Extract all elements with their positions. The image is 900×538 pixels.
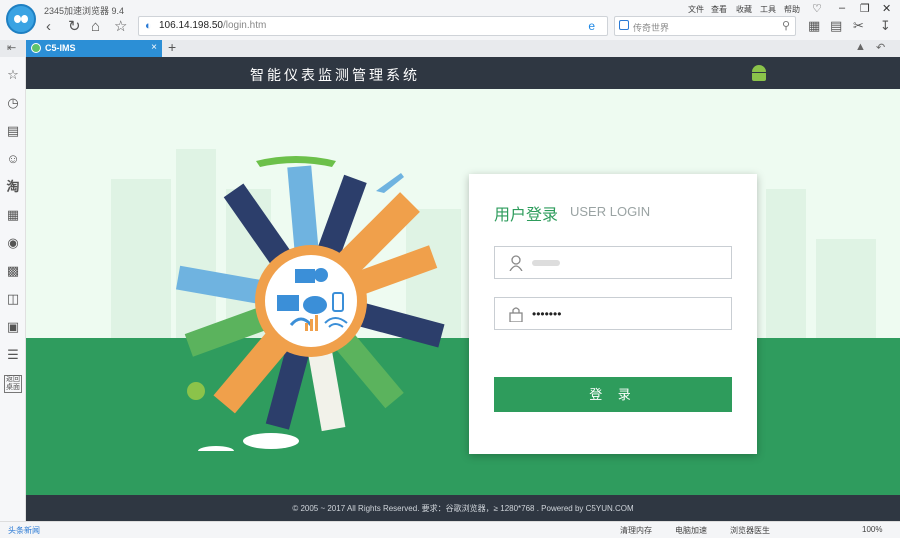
home-icon[interactable]: ⌂ [91,18,100,36]
browser-doctor-button[interactable]: 浏览器医生 [730,525,770,536]
tab-label: C5-IMS [45,43,76,53]
tv-icon[interactable]: ◫ [5,291,21,307]
screenshot-scissors-icon[interactable]: ✂ [853,18,864,34]
new-tab-button[interactable]: + [168,39,176,55]
sidebar-toggle-icon[interactable]: ⇤ [7,41,16,54]
news-link[interactable]: 头条新闻 [8,525,40,536]
skin-icon[interactable]: ♡ [812,2,822,15]
login-stage: 用户登录 USER LOGIN ••••••• 登 录 [26,89,900,496]
smart-city-illustration [176,156,445,451]
tab-favicon-icon [31,43,41,53]
zoom-level[interactable]: 100% [862,525,882,534]
history-icon[interactable]: ◷ [5,95,21,111]
minimize-icon[interactable]: – [839,2,845,14]
search-icon[interactable]: ⚲ [782,19,790,32]
android-icon[interactable] [752,65,766,81]
ie-engine-icon[interactable]: e [588,19,595,33]
menu-favorites[interactable]: 收藏 [736,4,752,15]
wechat-icon[interactable]: ☺ [5,151,21,167]
video-icon[interactable]: ▩ [5,263,21,279]
system-header: 智能仪表监测管理系统 [26,57,900,89]
news-icon[interactable]: ▤ [5,123,21,139]
login-button[interactable]: 登 录 [494,377,732,412]
star-icon[interactable]: ☆ [5,67,21,83]
menu-file[interactable]: 文件 [688,4,704,15]
back-icon[interactable]: ‹ [46,18,51,36]
search-box[interactable]: 传奇世界 ⚲ [614,16,796,36]
menu-view[interactable]: 查看 [711,4,727,15]
save-icon[interactable]: ▣ [5,319,21,335]
taobao-icon[interactable]: 淘 [5,179,21,195]
app-title: 2345加速浏览器 9.4 [44,6,125,16]
restore-icon[interactable]: ❐ [860,2,870,15]
title-bar: 2345加速浏览器 9.4 ‹ ↻ ⌂ ☆ ◐ 106.14.198.50/lo… [0,0,900,40]
calendar-icon[interactable]: ▦ [5,207,21,223]
login-title-cn: 用户登录 [494,207,559,224]
download-icon[interactable]: ↧ [880,18,891,34]
secure-shield-icon: ◐ [145,20,152,32]
city-building-silhouette [766,189,806,339]
tab-lock-icon[interactable]: ▲ [855,41,866,53]
tab-c5-ims[interactable]: C5-IMS × [26,40,162,57]
address-url[interactable]: 106.14.198.50/login.htm [159,20,266,31]
address-bar[interactable]: ◐ 106.14.198.50/login.htm e [138,16,608,36]
tab-close-icon[interactable]: × [151,42,157,53]
system-title: 智能仪表监测管理系统 [250,67,420,83]
username-value-blurred [532,260,560,266]
page-footer: © 2005 ~ 2017 All Rights Reserved. 要求：谷歌… [26,495,900,521]
search-engine-icon[interactable] [619,20,629,30]
search-placeholder: 传奇世界 [633,23,670,33]
lock-icon [509,307,523,322]
status-bar: 头条新闻 清理内存 电脑加速 浏览器医生 100% [0,521,900,538]
browser-window: 2345加速浏览器 9.4 ‹ ↻ ⌂ ☆ ◐ 106.14.198.50/lo… [0,0,900,538]
url-host: 106.14.198.50 [159,20,223,31]
city-building-silhouette [816,239,876,339]
list-icon[interactable]: ☰ [5,347,21,363]
browser-logo-icon[interactable] [6,4,36,34]
refresh-icon[interactable]: ↻ [68,18,81,36]
green-ground [26,338,900,496]
login-title-en: USER LOGIN [570,204,651,219]
login-card: 用户登录 USER LOGIN ••••••• 登 录 [469,174,757,454]
extensions-icon[interactable]: ▦ [808,18,820,34]
favorite-star-icon[interactable]: ☆ [114,18,127,36]
close-window-icon[interactable]: ✕ [882,2,891,15]
footer-copyright: © 2005 ~ 2017 All Rights Reserved. 要求：谷歌… [292,504,634,513]
browser-sidebar: ☆ ◷ ▤ ☺ 淘 ▦ ◉ ▩ ◫ ▣ ☰ 返回桌面 [0,57,26,521]
password-value: ••••••• [532,307,562,321]
url-path: /login.htm [222,20,267,31]
user-icon [509,255,523,271]
page-content: 智能仪表监测管理系统 用户登录 USER LOGIN ••••••• 登 录 ©… [26,57,900,521]
game-icon[interactable]: ◉ [5,235,21,251]
menu-help[interactable]: 帮助 [784,4,800,15]
return-desktop-button[interactable]: 返回桌面 [4,375,22,393]
reading-icon[interactable]: ▤ [830,18,842,34]
city-building-silhouette [111,179,171,339]
clean-memory-button[interactable]: 清理内存 [620,525,652,536]
password-field[interactable]: ••••••• [494,297,732,330]
pc-speedup-button[interactable]: 电脑加速 [675,525,707,536]
undo-close-icon[interactable]: ↶ [876,41,885,54]
username-field[interactable] [494,246,732,279]
menu-tools[interactable]: 工具 [760,4,776,15]
